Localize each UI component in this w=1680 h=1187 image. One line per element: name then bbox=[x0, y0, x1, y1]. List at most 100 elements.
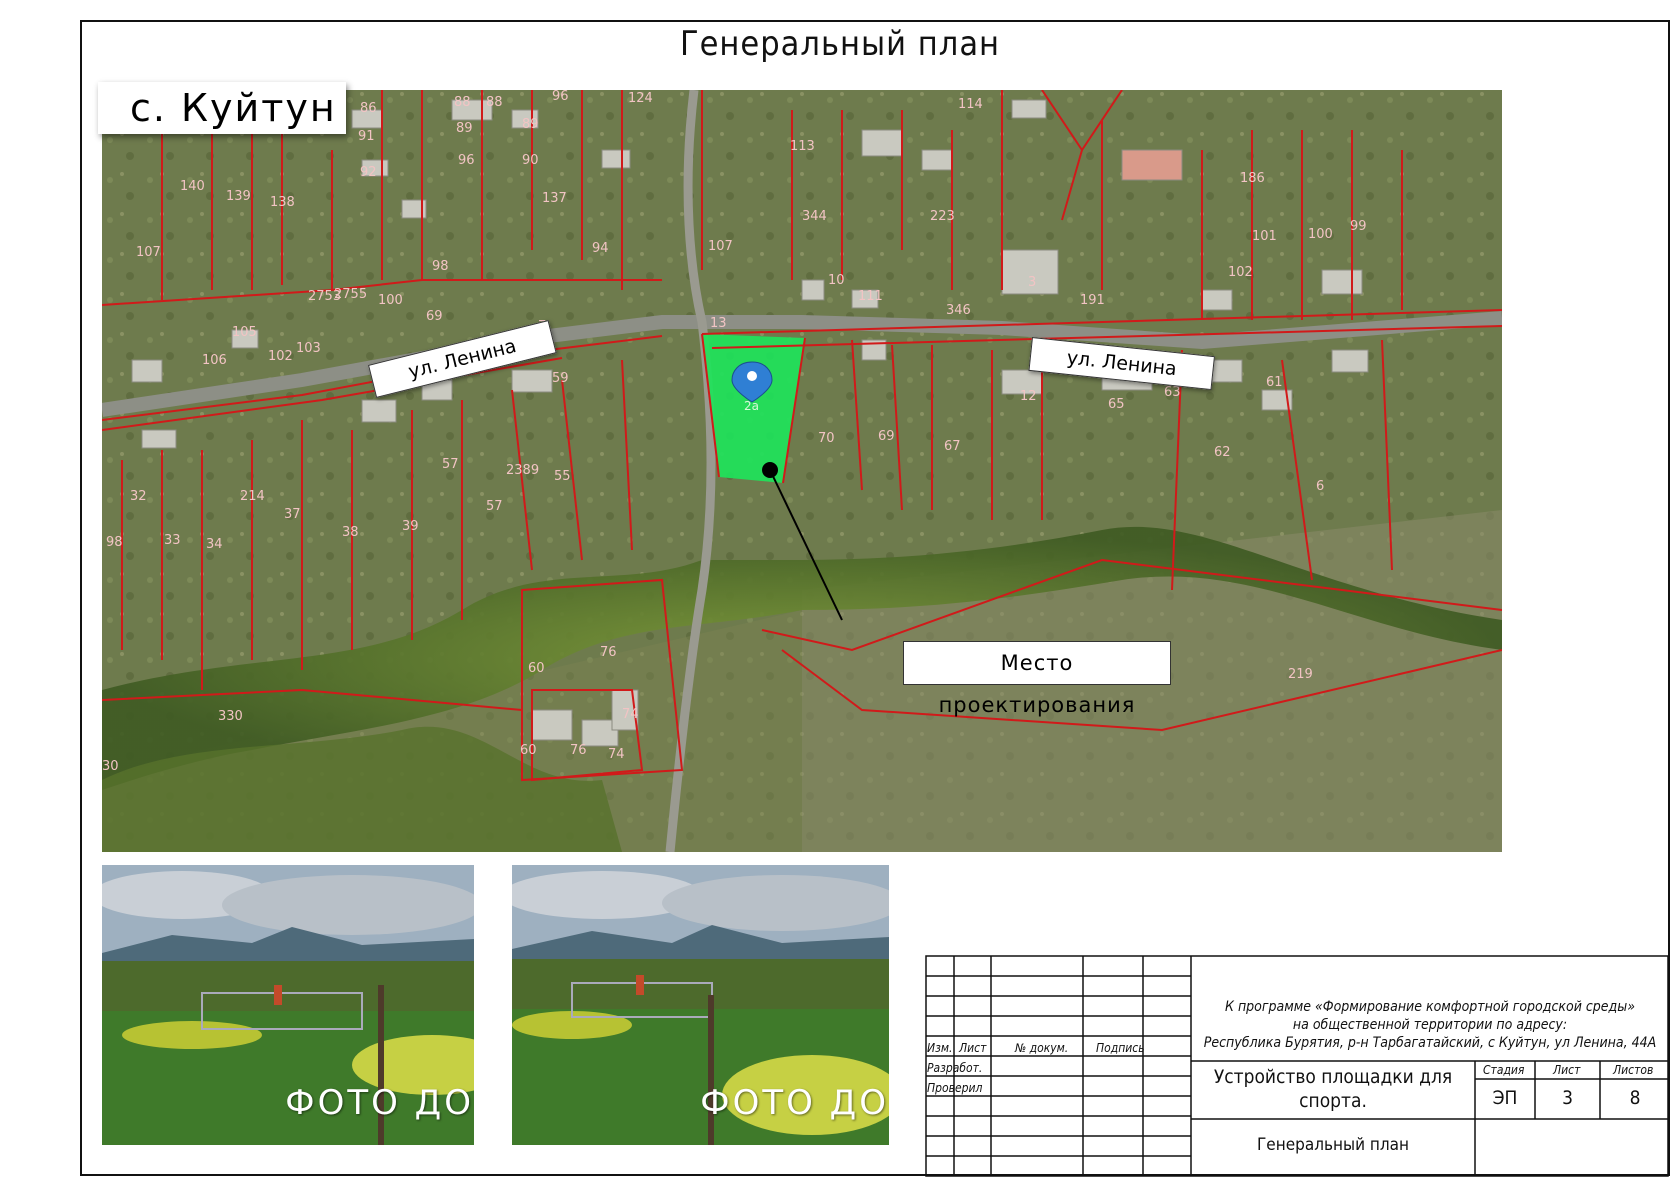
svg-text:96: 96 bbox=[458, 153, 475, 168]
svg-text:67: 67 bbox=[944, 439, 961, 454]
row-prov: Проверил bbox=[927, 1081, 983, 1095]
svg-text:191: 191 bbox=[1080, 293, 1105, 308]
svg-text:69: 69 bbox=[426, 309, 443, 324]
svg-text:186: 186 bbox=[1240, 171, 1265, 186]
svg-text:74: 74 bbox=[608, 747, 625, 762]
svg-text:94: 94 bbox=[592, 241, 609, 256]
svg-text:214: 214 bbox=[240, 489, 265, 504]
svg-text:10: 10 bbox=[828, 273, 845, 288]
svg-text:34: 34 bbox=[206, 537, 223, 552]
svg-text:106: 106 bbox=[202, 353, 227, 368]
svg-text:60: 60 bbox=[528, 661, 545, 676]
svg-text:12: 12 bbox=[1020, 389, 1037, 404]
svg-text:65: 65 bbox=[1108, 397, 1125, 412]
satellite-map: 86 91 92 88 88 89 96 90 96 124 89 137 113 186 114 … bbox=[102, 90, 1502, 852]
svg-text:63: 63 bbox=[1164, 385, 1181, 400]
photo-before: ФОТО ДО bbox=[102, 865, 474, 1145]
page-title: Генеральный план bbox=[679, 24, 1001, 64]
svg-text:219: 219 bbox=[1288, 667, 1313, 682]
col-doc: № докум. bbox=[1015, 1041, 1069, 1055]
svg-text:69: 69 bbox=[878, 429, 895, 444]
svg-text:98: 98 bbox=[432, 259, 449, 274]
svg-text:92: 92 bbox=[360, 165, 377, 180]
svg-text:38: 38 bbox=[342, 525, 359, 540]
svg-text:39: 39 bbox=[402, 519, 419, 534]
svg-text:37: 37 bbox=[284, 507, 301, 522]
svg-text:114: 114 bbox=[958, 97, 983, 112]
svg-text:89: 89 bbox=[456, 121, 473, 136]
svg-text:102: 102 bbox=[268, 349, 293, 364]
svg-text:140: 140 bbox=[180, 179, 205, 194]
svg-text:86: 86 bbox=[360, 101, 377, 116]
svg-text:62: 62 bbox=[1214, 445, 1231, 460]
svg-text:101: 101 bbox=[1252, 229, 1277, 244]
svg-text:88: 88 bbox=[454, 95, 471, 110]
svg-text:107: 107 bbox=[136, 245, 161, 260]
svg-text:74: 74 bbox=[622, 707, 639, 722]
svg-text:3: 3 bbox=[1028, 275, 1036, 290]
stage-value: ЭП bbox=[1492, 1087, 1518, 1109]
village-label: с. Куйтун bbox=[98, 82, 346, 134]
svg-text:13: 13 bbox=[710, 316, 727, 331]
photo-caption: ФОТО ДО bbox=[285, 1083, 474, 1123]
svg-text:90: 90 bbox=[522, 153, 539, 168]
svg-text:111: 111 bbox=[858, 289, 883, 304]
svg-text:100: 100 bbox=[378, 293, 403, 308]
site-callout: Место проектирования bbox=[903, 641, 1171, 717]
sheet-label: Лист bbox=[1553, 1063, 1581, 1077]
svg-text:137: 137 bbox=[542, 191, 567, 206]
svg-text:139: 139 bbox=[226, 189, 251, 204]
svg-text:30: 30 bbox=[102, 759, 119, 774]
svg-text:76: 76 bbox=[570, 743, 587, 758]
svg-text:6: 6 bbox=[1316, 479, 1324, 494]
svg-text:330: 330 bbox=[218, 709, 243, 724]
svg-text:98: 98 bbox=[106, 535, 123, 550]
col-izm: Изм. bbox=[927, 1041, 953, 1055]
photo-before: ФОТО ДО bbox=[512, 865, 889, 1145]
svg-text:55: 55 bbox=[554, 469, 571, 484]
svg-text:100: 100 bbox=[1308, 227, 1333, 242]
program-line-3: Республика Бурятия, р-н Тарбагатайский, … bbox=[1203, 1035, 1657, 1051]
svg-text:60: 60 bbox=[520, 743, 537, 758]
svg-text:102: 102 bbox=[1228, 265, 1253, 280]
svg-text:107: 107 bbox=[708, 239, 733, 254]
col-list: Лист bbox=[959, 1041, 987, 1055]
row-razrab: Разработ. bbox=[927, 1061, 983, 1075]
svg-text:88: 88 bbox=[486, 95, 503, 110]
svg-text:89: 89 bbox=[522, 117, 539, 132]
svg-text:138: 138 bbox=[270, 195, 295, 210]
project-name: Устройство площадки для спорта. bbox=[1213, 1066, 1453, 1112]
svg-text:59: 59 bbox=[552, 371, 569, 386]
stage-label: Стадия bbox=[1483, 1063, 1525, 1077]
svg-text:344: 344 bbox=[802, 209, 827, 224]
svg-text:113: 113 bbox=[790, 139, 815, 154]
svg-text:99: 99 bbox=[1350, 219, 1367, 234]
map-drawing: 869192 88 8889 969096 12489137 113186114 … bbox=[102, 90, 1502, 852]
svg-text:33: 33 bbox=[164, 533, 181, 548]
marker-label: 2a bbox=[744, 399, 759, 413]
svg-text:2755: 2755 bbox=[334, 287, 367, 302]
sheets-label: Листов bbox=[1613, 1063, 1654, 1077]
sheets-value: 8 bbox=[1629, 1087, 1641, 1109]
sheet-value: 3 bbox=[1562, 1087, 1573, 1109]
svg-text:105: 105 bbox=[232, 325, 257, 340]
svg-text:32: 32 bbox=[130, 489, 147, 504]
program-line-2: на общественной территории по адресу: bbox=[1292, 1017, 1568, 1033]
svg-text:346: 346 bbox=[946, 303, 971, 318]
svg-text:124: 124 bbox=[628, 91, 653, 106]
svg-text:96: 96 bbox=[552, 90, 569, 104]
svg-text:2389: 2389 bbox=[506, 463, 539, 478]
program-line-1: К программе «Формирование комфортной гор… bbox=[1225, 999, 1635, 1015]
svg-text:76: 76 bbox=[600, 645, 617, 660]
svg-text:57: 57 bbox=[486, 499, 503, 514]
col-sign: Подпись bbox=[1096, 1041, 1145, 1055]
svg-text:61: 61 bbox=[1266, 375, 1283, 390]
photo-caption: ФОТО ДО bbox=[700, 1083, 889, 1123]
drawing-name: Генеральный план bbox=[1256, 1135, 1410, 1155]
svg-text:103: 103 bbox=[296, 341, 321, 356]
svg-text:223: 223 bbox=[930, 209, 955, 224]
svg-text:91: 91 bbox=[358, 129, 375, 144]
svg-text:57: 57 bbox=[442, 457, 459, 472]
title-block: К программе «Формирование комфортной гор… bbox=[925, 955, 1670, 1177]
svg-text:70: 70 bbox=[818, 431, 835, 446]
